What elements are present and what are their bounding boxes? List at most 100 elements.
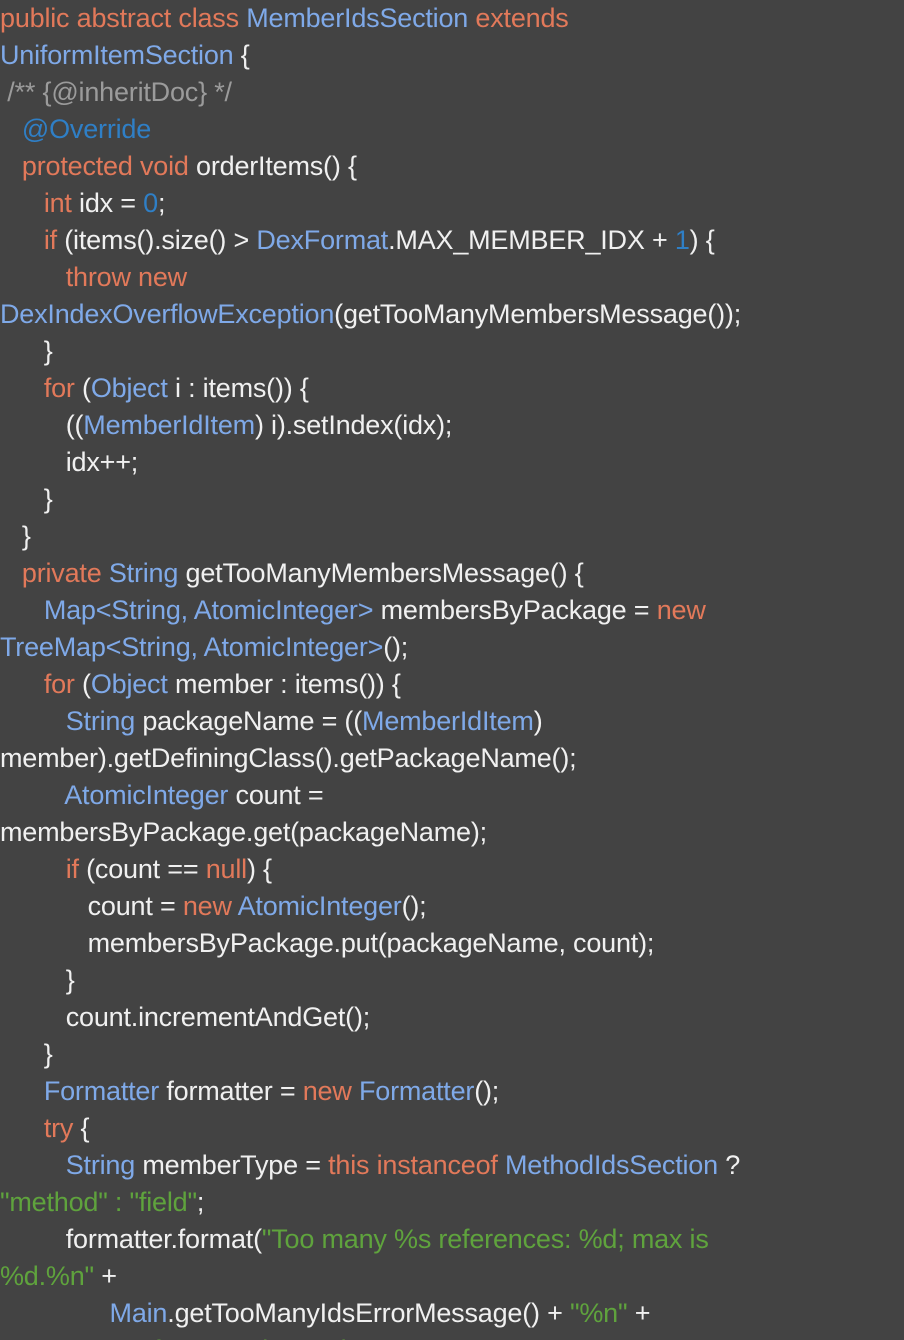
code-token-keyword: null <box>205 854 247 884</box>
code-token-plain: idx = <box>79 188 144 218</box>
code-token-class: Formatter <box>43 1076 160 1106</box>
code-token-keyword: new <box>656 595 706 625</box>
code-line: Formatter formatter = new Formatter(); <box>0 1073 904 1110</box>
code-token-plain: .getTooManyIdsErrorMessage() + <box>167 1298 570 1328</box>
code-line: public abstract class MemberIdsSection e… <box>0 0 904 37</box>
code-token-keyword: if <box>65 854 79 884</box>
code-line: if (count == null) { <box>0 851 904 888</box>
code-token-class: Formatter <box>358 1076 475 1106</box>
code-token-class: AtomicInteger <box>64 780 229 810</box>
code-token-plain: idx++; <box>0 447 139 477</box>
code-token-string: %d.%n" <box>0 1261 94 1291</box>
code-token-plain: memberType = <box>135 1150 329 1180</box>
code-line: } <box>0 481 904 518</box>
code-token-keyword: new <box>302 1076 359 1106</box>
code-token-plain: getTooManyMembersMessage() { <box>178 558 584 588</box>
code-line: try { <box>0 1110 904 1147</box>
code-token-plain: count.incrementAndGet(); <box>0 1002 371 1032</box>
code-token-keyword: extends <box>475 3 569 33</box>
code-line: membersByPackage.get(packageName); <box>0 814 904 851</box>
code-token-string: "%n" <box>569 1298 628 1328</box>
code-token-class: String <box>108 558 179 588</box>
code-token-plain: (count == <box>78 854 206 884</box>
code-token-keyword: protected void <box>21 151 197 181</box>
code-token-class: MemberIdItem <box>83 410 255 440</box>
code-token-plain: ) <box>533 706 543 736</box>
code-token-plain: ) i).setIndex(idx); <box>254 410 453 440</box>
code-token-plain: (); <box>383 632 409 662</box>
code-line: Main.getTooManyIdsErrorMessage() + "%n" … <box>0 1295 904 1332</box>
code-line: count.incrementAndGet(); <box>0 999 904 1036</box>
code-token-plain: ; <box>157 188 166 218</box>
code-line: TreeMap<String, AtomicInteger>(); <box>0 629 904 666</box>
code-token-class: Object <box>90 669 168 699</box>
code-line: idx++; <box>0 444 904 481</box>
code-token-class: DexFormat <box>256 225 389 255</box>
code-viewer[interactable]: public abstract class MemberIdsSection e… <box>0 0 904 1340</box>
code-token-plain: } <box>0 336 53 366</box>
code-token-plain: i : items()) { <box>167 373 309 403</box>
code-token-plain: } <box>0 1039 53 1069</box>
code-line: DexIndexOverflowException(getTooManyMemb… <box>0 296 904 333</box>
code-token-plain: formatter = <box>159 1076 303 1106</box>
code-line: } <box>0 518 904 555</box>
code-token-plain: packageName = (( <box>135 706 363 736</box>
code-line: ((MemberIdItem) i).setIndex(idx); <box>0 407 904 444</box>
code-token-plain: } <box>0 965 75 995</box>
code-token-plain: membersByPackage = <box>373 595 657 625</box>
code-token-keyword: try <box>43 1113 74 1143</box>
code-line: /** {@inheritDoc} */ <box>0 74 904 111</box>
code-token-plain: membersByPackage.put(packageName, count)… <box>0 928 655 958</box>
code-token-plain: count = <box>228 780 324 810</box>
code-token-plain: { <box>73 1113 90 1143</box>
code-token-plain: } <box>0 521 31 551</box>
code-token-number: 1 <box>674 225 690 255</box>
code-token-plain: membersByPackage.get(packageName); <box>0 817 487 847</box>
code-token-comment: /** {@inheritDoc} */ <box>0 77 232 107</box>
code-line: String memberType = this instanceof Meth… <box>0 1147 904 1184</box>
code-line: member).getDefiningClass().getPackageNam… <box>0 740 904 777</box>
code-token-annotation: @Override <box>0 114 152 144</box>
code-token-class: TreeMap<String, AtomicInteger> <box>0 632 384 662</box>
code-line: @Override <box>0 111 904 148</box>
code-token-number: 0 <box>143 188 158 218</box>
code-token-class: Map<String, AtomicInteger> <box>43 595 374 625</box>
code-token-plain: count = <box>0 891 183 921</box>
code-token-plain: .MAX_MEMBER_IDX + <box>388 225 675 255</box>
code-token-class: DexIndexOverflowException <box>0 299 335 329</box>
code-token-plain: } <box>0 484 53 514</box>
code-line: if (items().size() > DexFormat.MAX_MEMBE… <box>0 222 904 259</box>
code-token-plain: (getTooManyMembersMessage()); <box>334 299 742 329</box>
code-token-plain: ( <box>74 373 91 403</box>
code-line: membersByPackage.put(packageName, count)… <box>0 925 904 962</box>
code-line: protected void orderItems() { <box>0 148 904 185</box>
code-line: AtomicInteger count = <box>0 777 904 814</box>
code-token-plain: (); <box>401 891 427 921</box>
code-token-keyword: for <box>43 373 75 403</box>
code-token-plain: orderItems() { <box>196 151 357 181</box>
code-token-keyword: if <box>43 225 57 255</box>
code-token-plain: ) { <box>246 854 272 884</box>
code-line: String packageName = ((MemberIdItem) <box>0 703 904 740</box>
code-token-plain: formatter.format( <box>0 1224 262 1254</box>
code-token-keyword: private <box>21 558 109 588</box>
code-token-class: AtomicInteger <box>237 891 402 921</box>
code-line: %d.%n" + <box>0 1258 904 1295</box>
code-token-class: String <box>65 706 136 736</box>
code-line: Map<String, AtomicInteger> membersByPack… <box>0 592 904 629</box>
code-token-plain: member : items()) { <box>167 669 401 699</box>
code-token-string: "method" : "field" <box>0 1187 197 1217</box>
code-line: "method" : "field"; <box>0 1184 904 1221</box>
